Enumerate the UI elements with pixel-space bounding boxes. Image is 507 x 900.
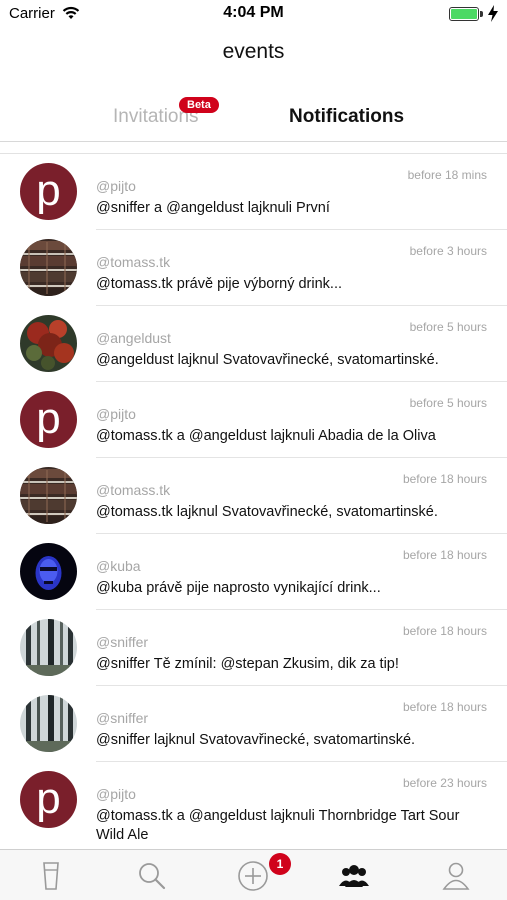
- notification-text: @kuba právě pije naprosto vynikající dri…: [96, 580, 381, 596]
- avatar-kuba[interactable]: [20, 543, 77, 600]
- user-handle[interactable]: @pijto: [96, 406, 136, 422]
- user-handle[interactable]: @kuba: [96, 558, 141, 574]
- list-item[interactable]: @tomass.tk before 18 hours @tomass.tk la…: [0, 458, 507, 534]
- user-handle[interactable]: @pijto: [96, 178, 136, 194]
- user-handle[interactable]: @tomass.tk: [96, 482, 170, 498]
- notification-text: @tomass.tk lajknul Svatovavřinecké, svat…: [96, 504, 438, 520]
- avatar-angeldust[interactable]: [20, 315, 77, 372]
- user-handle[interactable]: @sniffer: [96, 634, 148, 650]
- beer-glass-icon[interactable]: [34, 860, 68, 892]
- status-bar: Carrier 4:04 PM: [0, 0, 507, 28]
- battery-icon: [449, 7, 479, 21]
- battery-tip: [480, 11, 483, 17]
- notification-text: @angeldust lajknul Svatovavřinecké, svat…: [96, 352, 439, 368]
- notification-text: @sniffer Tě zmínil: @stepan Zkusim, dik …: [96, 656, 399, 672]
- timestamp: before 5 hours: [409, 320, 487, 334]
- tab-notifications[interactable]: Notifications: [289, 106, 404, 128]
- svg-text:p: p: [36, 166, 60, 215]
- timestamp: before 18 hours: [402, 700, 487, 714]
- timestamp: before 18 hours: [402, 624, 487, 638]
- user-handle[interactable]: @angeldust: [96, 330, 171, 346]
- avatar-pijto[interactable]: p: [20, 163, 77, 220]
- notification-text: @tomass.tk a @angeldust lajknuli Thornbr…: [96, 808, 460, 843]
- page-title: events: [222, 40, 285, 63]
- list-item[interactable]: @sniffer before 18 hours @sniffer lajknu…: [0, 686, 507, 762]
- beta-badge: Beta: [179, 97, 219, 113]
- avatar-tomass[interactable]: [20, 467, 77, 524]
- notification-text: @sniffer a @angeldust lajknuli První: [96, 200, 330, 216]
- svg-text:p: p: [36, 394, 60, 443]
- list-item[interactable]: p @pijto before 5 hours @tomass.tk a @an…: [0, 382, 507, 458]
- segment-tabs: Invitations Beta Notifications: [0, 92, 507, 142]
- charging-icon: [488, 5, 498, 22]
- svg-text:p: p: [36, 774, 60, 823]
- add-circle-icon[interactable]: [236, 860, 270, 892]
- people-icon[interactable]: [337, 860, 371, 892]
- bottom-tab-bar: 1: [0, 849, 507, 900]
- list-item[interactable]: @sniffer before 18 hours @sniffer Tě zmí…: [0, 610, 507, 686]
- timestamp: before 18 hours: [402, 548, 487, 562]
- notification-badge: 1: [269, 853, 291, 875]
- user-handle[interactable]: @tomass.tk: [96, 254, 170, 270]
- notification-text: @tomass.tk právě pije výborný drink...: [96, 276, 343, 292]
- notification-text: @tomass.tk a @angeldust lajknuli Abadia …: [96, 428, 436, 444]
- status-time: 4:04 PM: [223, 4, 284, 21]
- timestamp: before 3 hours: [409, 244, 487, 258]
- timestamp: before 18 mins: [407, 168, 487, 182]
- timestamp: before 18 hours: [402, 472, 487, 486]
- list-item[interactable]: @kuba before 18 hours @kuba právě pije n…: [0, 534, 507, 610]
- user-handle[interactable]: @pijto: [96, 786, 136, 802]
- avatar-sniffer[interactable]: [20, 619, 77, 676]
- avatar-sniffer[interactable]: [20, 695, 77, 752]
- avatar-pijto[interactable]: p: [20, 771, 77, 828]
- list-item[interactable]: @tomass.tk before 3 hours @tomass.tk prá…: [0, 230, 507, 306]
- list-item[interactable]: @angeldust before 5 hours @angeldust laj…: [0, 306, 507, 382]
- timestamp: before 23 hours: [402, 776, 487, 790]
- avatar-pijto[interactable]: p: [20, 391, 77, 448]
- list-item[interactable]: p @pijto before 23 hours @tomass.tk a @a…: [0, 762, 507, 849]
- user-handle[interactable]: @sniffer: [96, 710, 148, 726]
- avatar-tomass[interactable]: [20, 239, 77, 296]
- notification-list[interactable]: p @pijto before 18 mins @sniffer a @ange…: [0, 154, 507, 849]
- list-item[interactable]: p @pijto before 18 mins @sniffer a @ange…: [0, 154, 507, 230]
- search-icon[interactable]: [135, 860, 169, 892]
- timestamp: before 5 hours: [409, 396, 487, 410]
- notification-text: @sniffer lajknul Svatovavřinecké, svatom…: [96, 732, 416, 748]
- profile-icon[interactable]: [439, 860, 473, 892]
